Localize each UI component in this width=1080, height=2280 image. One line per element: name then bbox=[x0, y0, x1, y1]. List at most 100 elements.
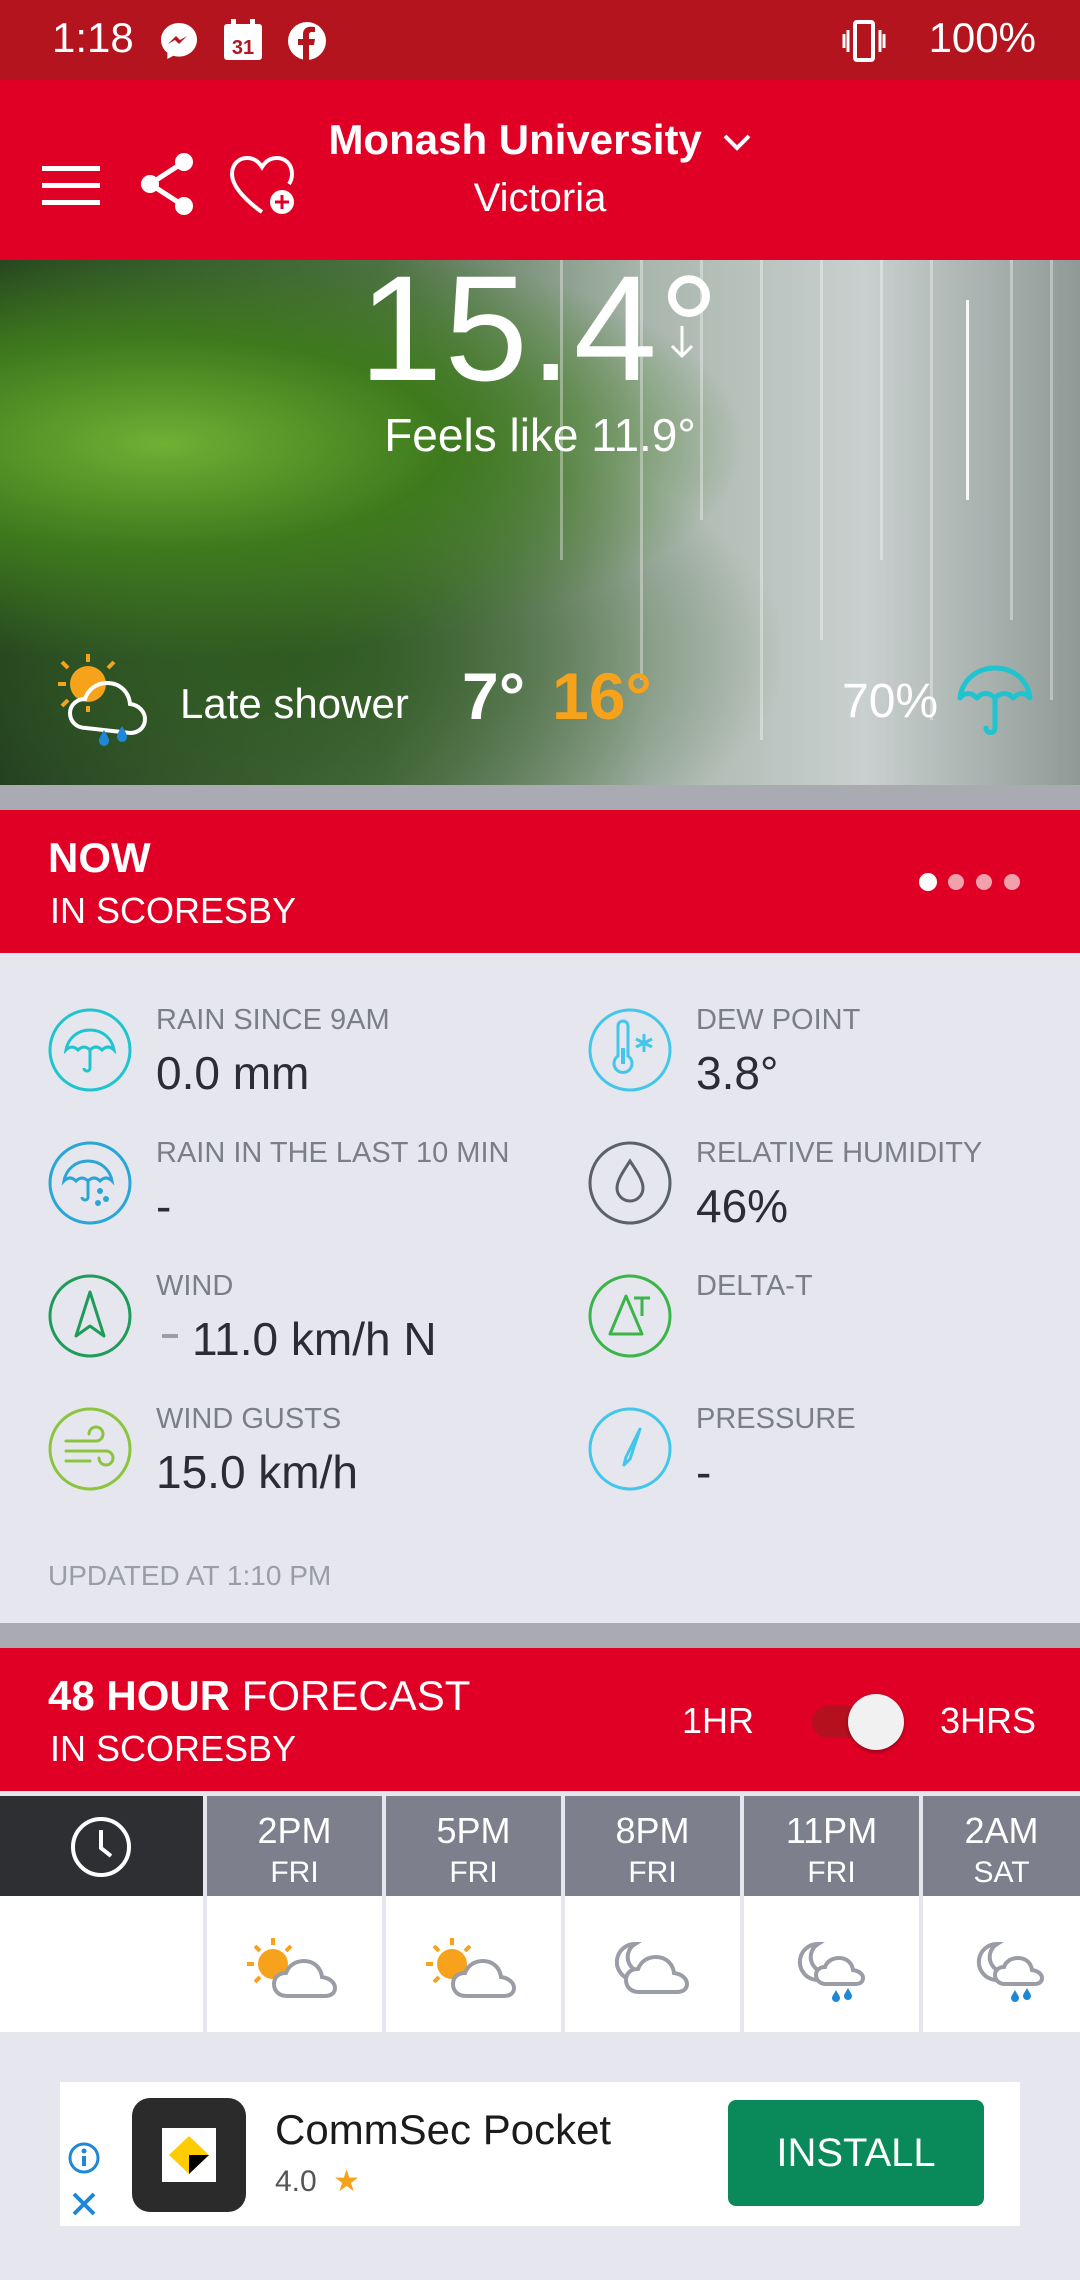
forecast-column[interactable]: 2PM FRI bbox=[207, 1796, 382, 2032]
obs-value: 46% bbox=[696, 1180, 789, 1232]
umbrella-rain-icon bbox=[48, 1141, 132, 1225]
rain-chance: 70% bbox=[842, 675, 939, 728]
obs-wind: WIND 11.0 km/h N bbox=[48, 1270, 548, 1390]
now-location: IN SCORESBY bbox=[50, 890, 297, 931]
forecast-title-rest: FORECAST bbox=[230, 1672, 471, 1719]
now-title: NOW bbox=[48, 834, 151, 881]
thermometer-icon bbox=[588, 1008, 672, 1092]
install-button[interactable]: INSTALL bbox=[728, 2100, 984, 2206]
partly-cloudy-day-icon bbox=[247, 1938, 338, 1998]
obs-dew-point: DEW POINT 3.8° bbox=[588, 1004, 1080, 1124]
toggle-3hrs-label[interactable]: 3HRS bbox=[940, 1700, 1036, 1742]
partly-cloudy-day-icon bbox=[426, 1938, 517, 1998]
current-temperature: 15.4° bbox=[359, 260, 721, 412]
obs-label: WIND GUSTS bbox=[156, 1403, 342, 1435]
ad-info-icon[interactable] bbox=[68, 2142, 100, 2174]
wind-trend-dash bbox=[162, 1334, 178, 1338]
obs-rain-last-10-min: RAIN IN THE LAST 10 MIN - bbox=[48, 1137, 548, 1257]
forecast-column[interactable]: 8PM FRI bbox=[565, 1796, 740, 2032]
obs-wind-gusts: WIND GUSTS 15.0 km/h bbox=[48, 1403, 548, 1523]
ad-banner[interactable]: CommSec Pocket 4.0 ★ INSTALL bbox=[60, 2082, 1020, 2226]
forecast-time-header-cell bbox=[0, 1796, 203, 1896]
forecast-row-label-cell bbox=[0, 1896, 203, 2032]
temperature-falling-icon bbox=[670, 326, 694, 359]
toggle-1hr-label[interactable]: 1HR bbox=[682, 1700, 754, 1742]
obs-label: DELTA-T bbox=[696, 1270, 813, 1302]
interval-toggle[interactable] bbox=[808, 1694, 908, 1750]
max-temperature: 16° bbox=[552, 659, 652, 733]
obs-value: 11.0 km/h N bbox=[192, 1313, 437, 1365]
clock-icon bbox=[71, 1817, 131, 1877]
night-shower-icon bbox=[976, 1941, 1045, 2002]
location-selector[interactable]: Monash University bbox=[0, 116, 1080, 164]
condition-text: Late shower bbox=[180, 680, 409, 727]
forecast-column[interactable]: 5PM FRI bbox=[386, 1796, 561, 2032]
forecast-title-bold: 48 HOUR bbox=[48, 1672, 231, 1719]
late-shower-icon bbox=[58, 654, 148, 746]
forecast-day: FRI bbox=[628, 1856, 677, 1889]
obs-label: WIND bbox=[156, 1270, 234, 1302]
obs-label: DEW POINT bbox=[696, 1004, 861, 1036]
forecast-column[interactable]: 11PM FRI bbox=[744, 1796, 919, 2032]
forecast-column[interactable]: 2AM SAT bbox=[923, 1796, 1080, 2032]
location-name[interactable]: Monash University bbox=[328, 116, 701, 163]
ad-rating-value: 4.0 bbox=[275, 2165, 317, 2198]
obs-relative-humidity: RELATIVE HUMIDITY 46% bbox=[588, 1137, 1080, 1257]
page-indicator[interactable] bbox=[918, 872, 1024, 892]
forecast-day: FRI bbox=[807, 1856, 856, 1889]
forecast-time: 11PM bbox=[785, 1810, 878, 1851]
calendar-day: 31 bbox=[232, 37, 254, 59]
night-shower-icon bbox=[797, 1941, 866, 2002]
chevron-down-icon[interactable] bbox=[722, 132, 752, 154]
obs-delta-t: DELTA-T bbox=[588, 1270, 1080, 1390]
cloudy-night-icon bbox=[614, 1941, 690, 1994]
obs-rain-since-9am: RAIN SINCE 9AM 0.0 mm bbox=[48, 1004, 548, 1124]
wind-gust-icon bbox=[48, 1407, 132, 1491]
battery-level: 100% bbox=[928, 14, 1036, 61]
min-temperature: 7° bbox=[462, 659, 526, 733]
forecast-day: FRI bbox=[449, 1856, 498, 1889]
pressure-gauge-icon bbox=[588, 1407, 672, 1491]
obs-value: 15.0 km/h bbox=[156, 1446, 358, 1498]
obs-value: 3.8° bbox=[696, 1047, 779, 1099]
obs-value: 0.0 mm bbox=[156, 1047, 310, 1099]
messenger-icon bbox=[161, 23, 197, 59]
forecast-header: 48 HOUR FORECAST IN SCORESBY 1HR 3HRS bbox=[0, 1648, 1080, 1791]
obs-label: PRESSURE bbox=[696, 1403, 856, 1435]
obs-label: RAIN IN THE LAST 10 MIN bbox=[156, 1137, 510, 1169]
droplet-icon bbox=[588, 1141, 672, 1225]
feels-like: Feels like 11.9° bbox=[384, 409, 696, 461]
section-divider bbox=[0, 785, 1080, 810]
ad-close-icon[interactable] bbox=[70, 2190, 98, 2218]
forecast-day: FRI bbox=[270, 1856, 319, 1889]
status-time: 1:18 bbox=[52, 14, 134, 61]
now-header[interactable]: NOW IN SCORESBY bbox=[0, 810, 1080, 953]
obs-label: RELATIVE HUMIDITY bbox=[696, 1137, 983, 1169]
star-icon: ★ bbox=[333, 2165, 360, 2198]
forecast-title: 48 HOUR FORECAST bbox=[48, 1672, 470, 1720]
vibrate-icon bbox=[842, 20, 886, 62]
delta-t-icon bbox=[588, 1274, 672, 1358]
forecast-location: IN SCORESBY bbox=[50, 1728, 297, 1769]
ad-rating: 4.0 ★ bbox=[275, 2164, 360, 2199]
forecast-day: SAT bbox=[973, 1856, 1030, 1889]
forecast-time: 2PM bbox=[257, 1810, 332, 1851]
obs-label: RAIN SINCE 9AM bbox=[156, 1004, 390, 1036]
obs-value: - bbox=[156, 1180, 172, 1232]
obs-value: - bbox=[696, 1446, 712, 1498]
forecast-time: 2AM bbox=[964, 1810, 1039, 1851]
forecast-time: 5PM bbox=[436, 1810, 511, 1851]
forecast-time: 8PM bbox=[615, 1810, 690, 1851]
current-conditions-hero: 15.4° Feels like 11.9° Late shower 7° 16… bbox=[0, 260, 1080, 785]
calendar-icon: 31 bbox=[224, 19, 262, 60]
location-region: Victoria bbox=[473, 176, 607, 220]
commsec-app-icon[interactable] bbox=[132, 2098, 246, 2212]
app-header: Monash University Victoria bbox=[0, 80, 1080, 260]
obs-pressure: PRESSURE - bbox=[588, 1403, 1080, 1523]
status-bar: 1:18 31 100% bbox=[0, 0, 1080, 80]
updated-time: UPDATED AT 1:10 PM bbox=[48, 1560, 332, 1591]
ad-app-name[interactable]: CommSec Pocket bbox=[275, 2106, 611, 2154]
section-divider bbox=[0, 1623, 1080, 1648]
facebook-icon bbox=[288, 22, 326, 60]
umbrella-icon bbox=[957, 665, 1033, 735]
